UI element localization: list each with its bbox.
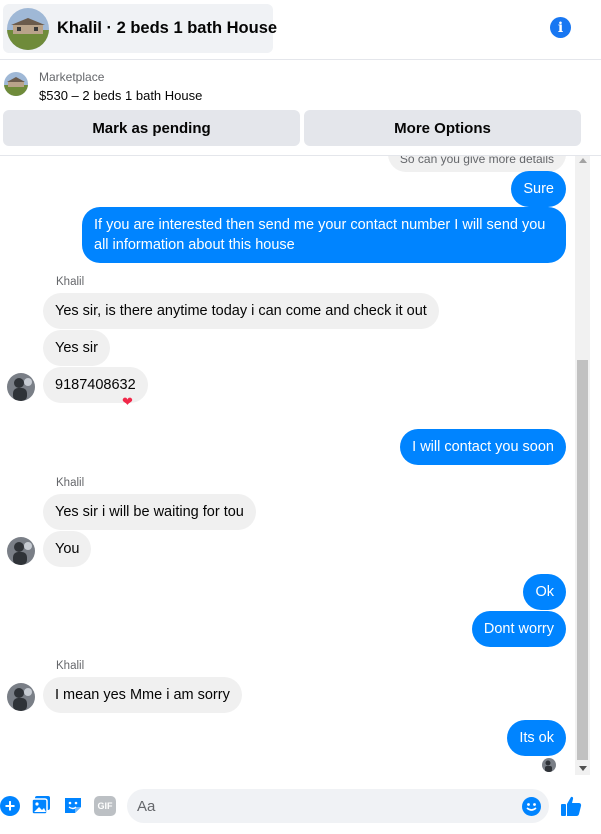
message-bubble-incoming[interactable]: I mean yes Mme i am sorry — [43, 677, 242, 713]
listing-small-thumbnail[interactable] — [4, 72, 28, 96]
scroll-down-arrow-icon[interactable] — [579, 766, 587, 771]
more-options-button[interactable]: More Options — [304, 110, 581, 146]
message-bubble-incoming[interactable]: You — [43, 531, 92, 567]
message-bubble-outgoing[interactable]: Ok — [523, 574, 566, 610]
contact-avatar[interactable] — [7, 373, 35, 401]
mark-as-pending-button[interactable]: Mark as pending — [3, 110, 300, 146]
partial-message-bubble: So can you give more details — [387, 156, 566, 172]
listing-price-title[interactable]: $530 – 2 beds 1 bath House — [39, 88, 202, 103]
message-bubble-outgoing[interactable]: Dont worry — [471, 611, 566, 647]
message-bubble-outgoing[interactable]: If you are interested then send me your … — [82, 207, 566, 263]
message-text: If you are interested then send me your … — [94, 217, 546, 253]
sender-name: Khalil — [56, 660, 85, 672]
gif-icon[interactable]: GIF — [94, 796, 116, 816]
message-composer: + GIF — [0, 775, 601, 834]
marketplace-label: Marketplace — [39, 70, 105, 84]
emoji-icon[interactable] — [522, 797, 541, 816]
sender-name: Khalil — [56, 276, 85, 288]
thread-scrollbar[interactable] — [575, 156, 590, 775]
contact-avatar[interactable] — [7, 683, 35, 711]
scrollbar-thumb[interactable] — [577, 360, 588, 760]
message-bubble-incoming[interactable]: Yes sir, is there anytime today i can co… — [43, 293, 439, 329]
message-bubble-outgoing[interactable]: Its ok — [507, 720, 566, 756]
message-text: I mean yes Mme i am sorry — [55, 687, 230, 703]
heart-reaction-icon[interactable]: ❤ — [122, 394, 133, 410]
message-text: 9187408632 — [55, 377, 136, 393]
message-text: Its ok — [519, 730, 554, 746]
sticker-icon[interactable] — [63, 795, 83, 815]
message-text: Dont worry — [483, 621, 554, 637]
scroll-up-arrow-icon[interactable] — [579, 158, 587, 163]
seen-receipt-avatar — [542, 758, 556, 772]
message-text: So can you give more details — [399, 156, 554, 166]
message-text: Yes sir i will be waiting for tou — [55, 504, 244, 520]
message-bubble-outgoing[interactable]: Sure — [511, 171, 566, 207]
listing-thumbnail — [7, 7, 49, 50]
message-bubble-outgoing[interactable]: I will contact you soon — [400, 429, 566, 465]
message-text: Ok — [535, 584, 554, 600]
contact-avatar[interactable] — [7, 537, 35, 565]
message-text: I will contact you soon — [412, 439, 554, 455]
sender-name: Khalil — [56, 477, 85, 489]
message-text: Yes sir — [55, 340, 98, 356]
message-input[interactable] — [137, 795, 507, 817]
conversation-title: Khalil · 2 beds 1 bath House — [57, 19, 278, 37]
message-input-container[interactable] — [127, 789, 549, 823]
conversation-header: Khalil · 2 beds 1 bath House i — [0, 0, 601, 60]
info-icon[interactable]: i — [550, 17, 571, 38]
marketplace-listing-bar: Marketplace $530 – 2 beds 1 bath House M… — [0, 60, 601, 156]
thumbs-up-icon[interactable] — [559, 794, 583, 818]
message-text: Sure — [523, 181, 554, 197]
plus-icon[interactable]: + — [0, 796, 20, 816]
message-bubble-incoming[interactable]: Yes sir i will be waiting for tou — [43, 494, 256, 530]
message-text: Yes sir, is there anytime today i can co… — [55, 303, 427, 319]
image-icon[interactable] — [31, 795, 51, 815]
message-bubble-incoming[interactable]: Yes sir — [43, 330, 110, 366]
conversation-title-button[interactable]: Khalil · 2 beds 1 bath House — [3, 4, 277, 53]
message-thread: So can you give more details Sure If you… — [0, 156, 601, 775]
message-text: You — [55, 541, 80, 557]
